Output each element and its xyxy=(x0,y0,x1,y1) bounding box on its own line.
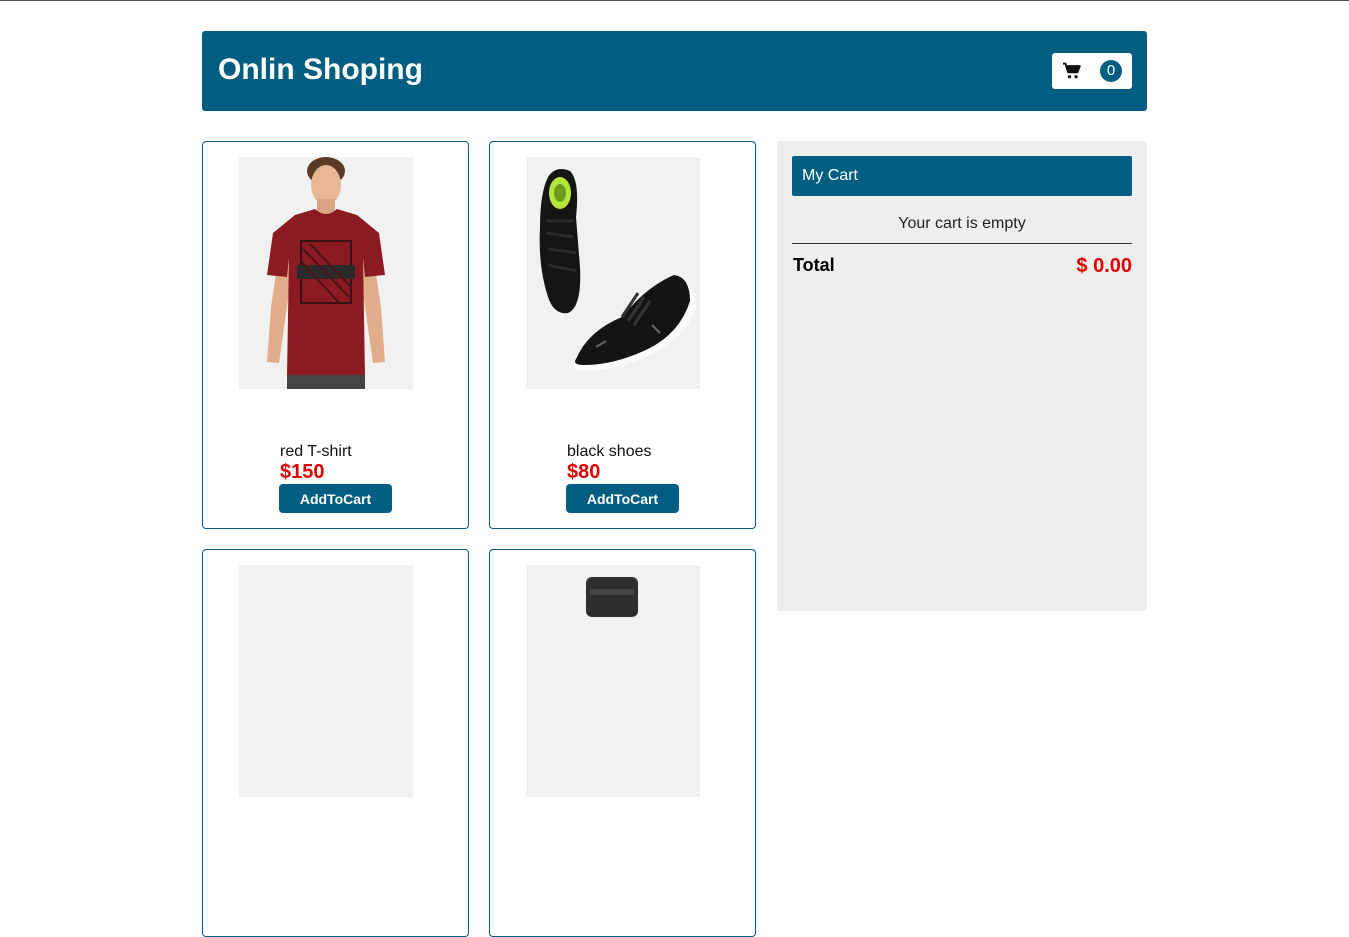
cart-button[interactable]: 0 xyxy=(1052,53,1132,89)
add-to-cart-button[interactable]: AddToCart xyxy=(279,484,392,513)
cart-heading: My Cart xyxy=(792,156,1132,196)
top-border xyxy=(0,0,1349,1)
product-image-watch xyxy=(526,565,700,797)
add-to-cart-button[interactable]: AddToCart xyxy=(566,484,679,513)
cart-panel: My Cart Your cart is empty Total $ 0.00 xyxy=(777,141,1147,611)
product-name: black shoes xyxy=(567,443,652,460)
total-value: $ 0.00 xyxy=(1076,255,1132,277)
cart-empty-message: Your cart is empty xyxy=(898,215,1026,232)
product-image-tshirt xyxy=(239,157,413,389)
cart-count-badge: 0 xyxy=(1100,60,1122,82)
product-image-shoes xyxy=(526,157,700,389)
product-name: red T-shirt xyxy=(280,443,352,460)
product-price: $150 xyxy=(280,461,325,483)
product-image xyxy=(239,565,413,797)
product-card xyxy=(489,549,756,937)
total-label: Total xyxy=(793,255,835,275)
divider xyxy=(792,243,1132,244)
shopping-cart-icon xyxy=(1063,62,1081,79)
product-card: black shoes $80 AddToCart xyxy=(489,141,756,529)
product-card: red T-shirt $150 AddToCart xyxy=(202,141,469,529)
product-card xyxy=(202,549,469,937)
product-price: $80 xyxy=(567,461,601,483)
site-title: Onlin Shoping xyxy=(218,53,423,86)
app-header: Onlin Shoping 0 xyxy=(202,31,1147,111)
